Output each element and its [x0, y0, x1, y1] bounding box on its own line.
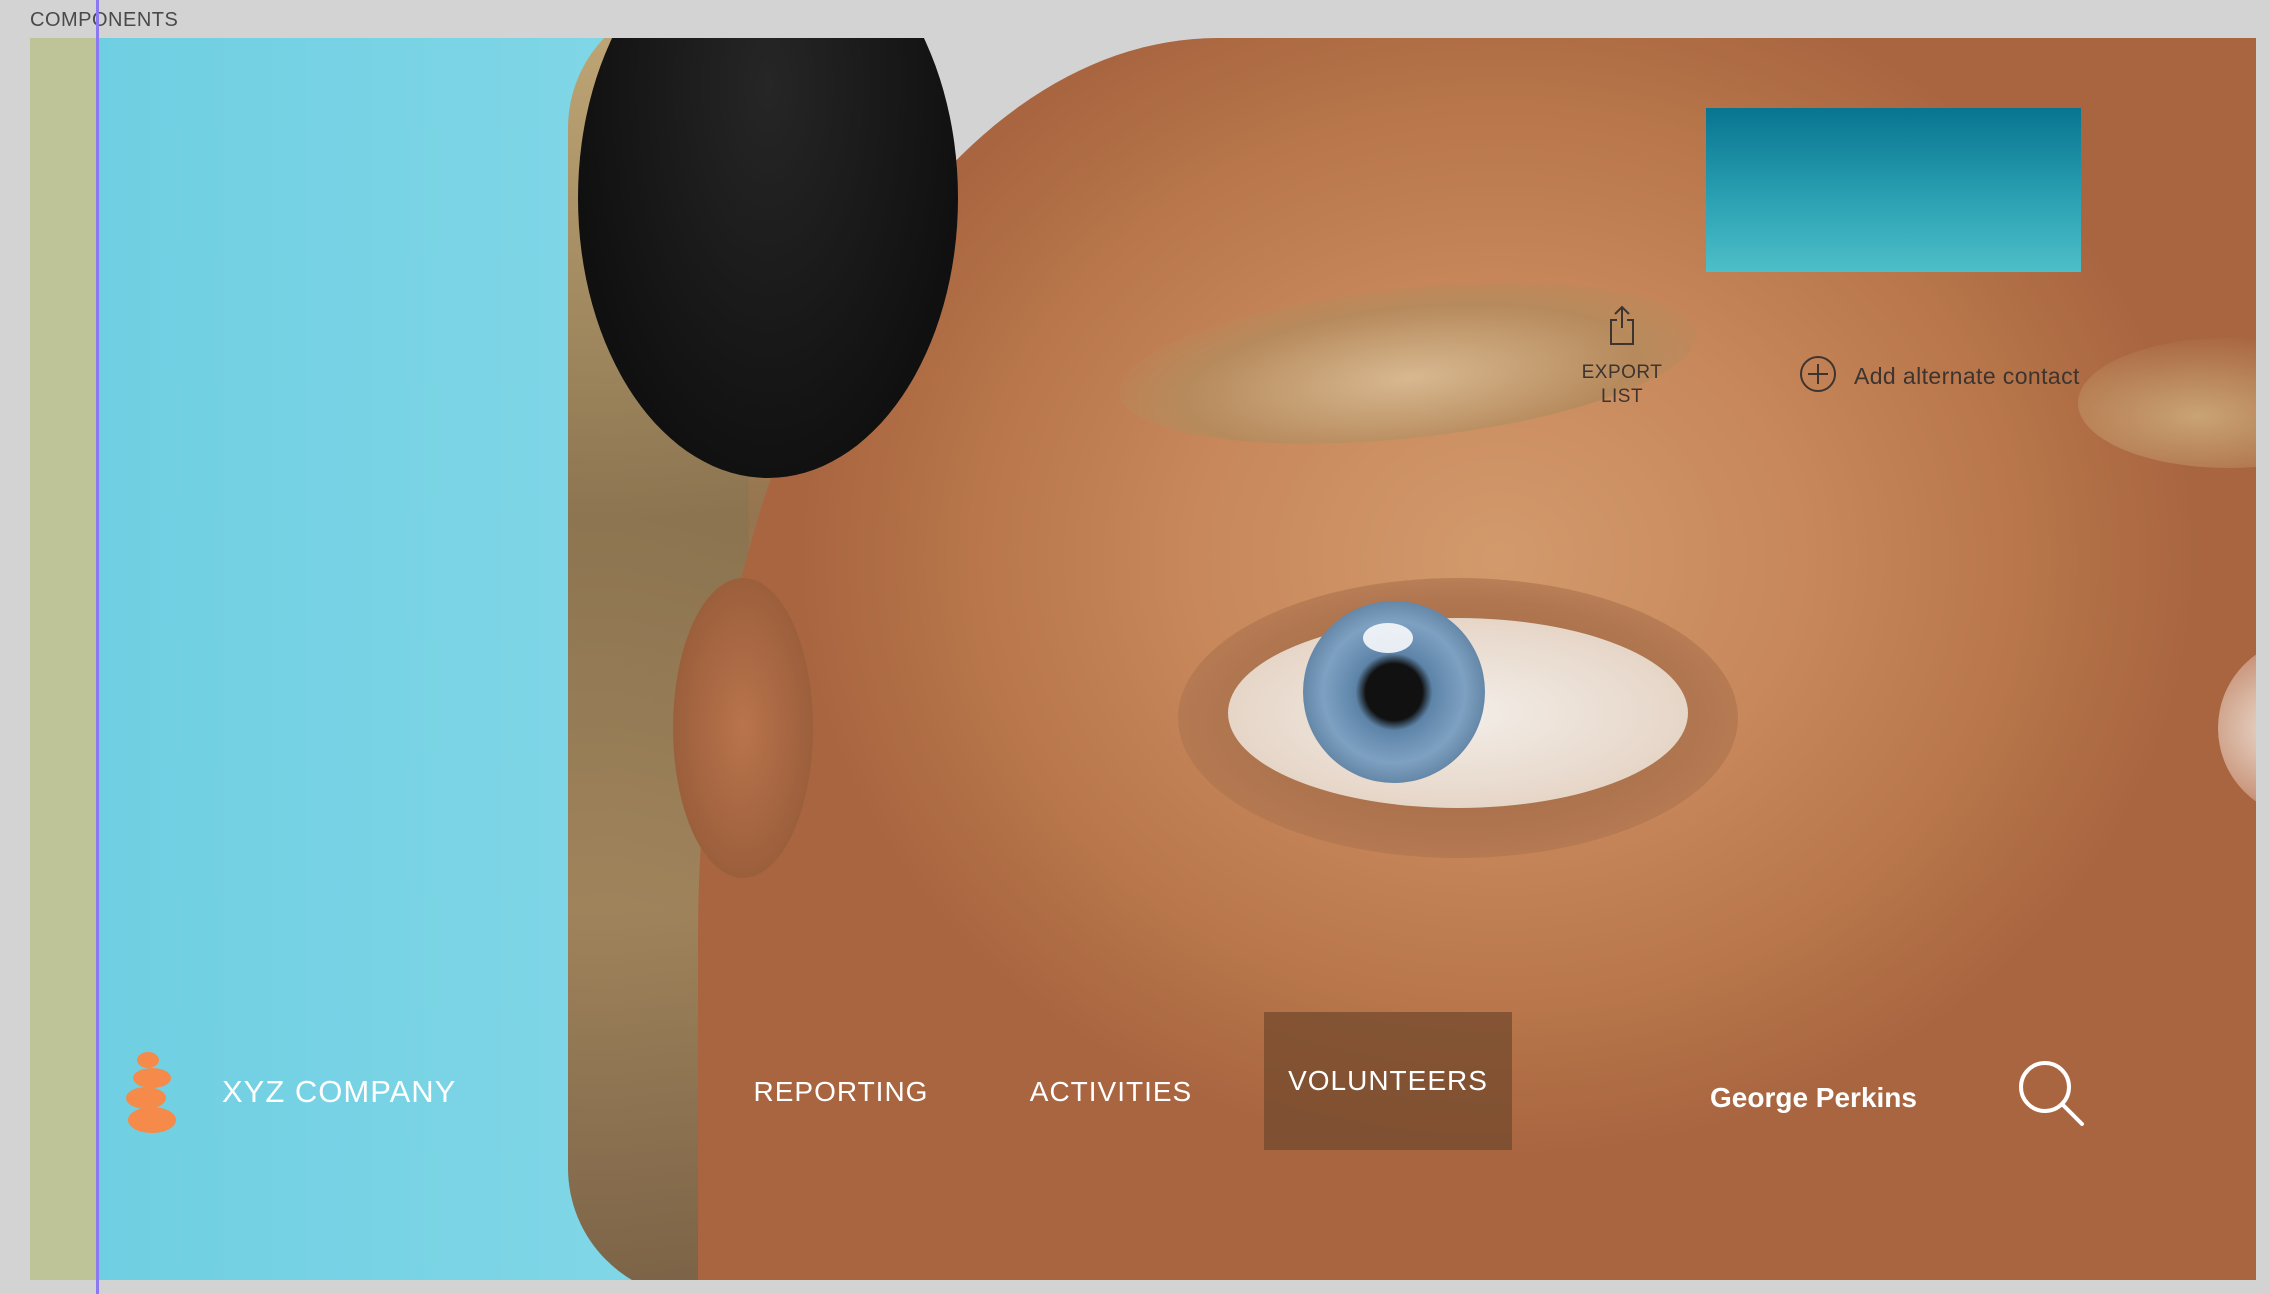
user-name[interactable]: George Perkins	[1710, 1082, 1917, 1114]
logo-stones-icon[interactable]	[124, 1050, 180, 1134]
add-alternate-contact-button[interactable]: Add alternate contact	[1798, 354, 2080, 398]
nav-volunteers[interactable]: VOLUNTEERS	[1264, 1012, 1512, 1150]
top-navbar: XYZ COMPANY REPORTING ACTIVITIES VOLUNTE…	[98, 1012, 2256, 1168]
photo-ear	[673, 578, 813, 878]
teal-gradient-card	[1706, 108, 2081, 272]
export-list-label: EXPORT LIST	[1581, 362, 1663, 407]
side-strip	[30, 38, 98, 1280]
layout-guide-line	[96, 0, 99, 1294]
add-alternate-contact-label: Add alternate contact	[1854, 362, 2080, 389]
nav-activities[interactable]: ACTIVITIES	[1016, 1062, 1206, 1122]
company-name: XYZ COMPANY	[222, 1074, 457, 1109]
nav-reporting[interactable]: REPORTING	[746, 1062, 936, 1122]
add-circle-icon	[1798, 354, 1838, 399]
export-icon	[1607, 304, 1637, 351]
canvas-label: COMPONENTS	[30, 9, 179, 31]
export-list-button[interactable]: EXPORT LIST	[1572, 304, 1672, 414]
photo-eye-glint	[1363, 623, 1413, 653]
search-icon[interactable]	[2016, 1058, 2086, 1128]
artboard-frame: EXPORT LIST Add alternate contact XYZ CO…	[98, 38, 2256, 1280]
